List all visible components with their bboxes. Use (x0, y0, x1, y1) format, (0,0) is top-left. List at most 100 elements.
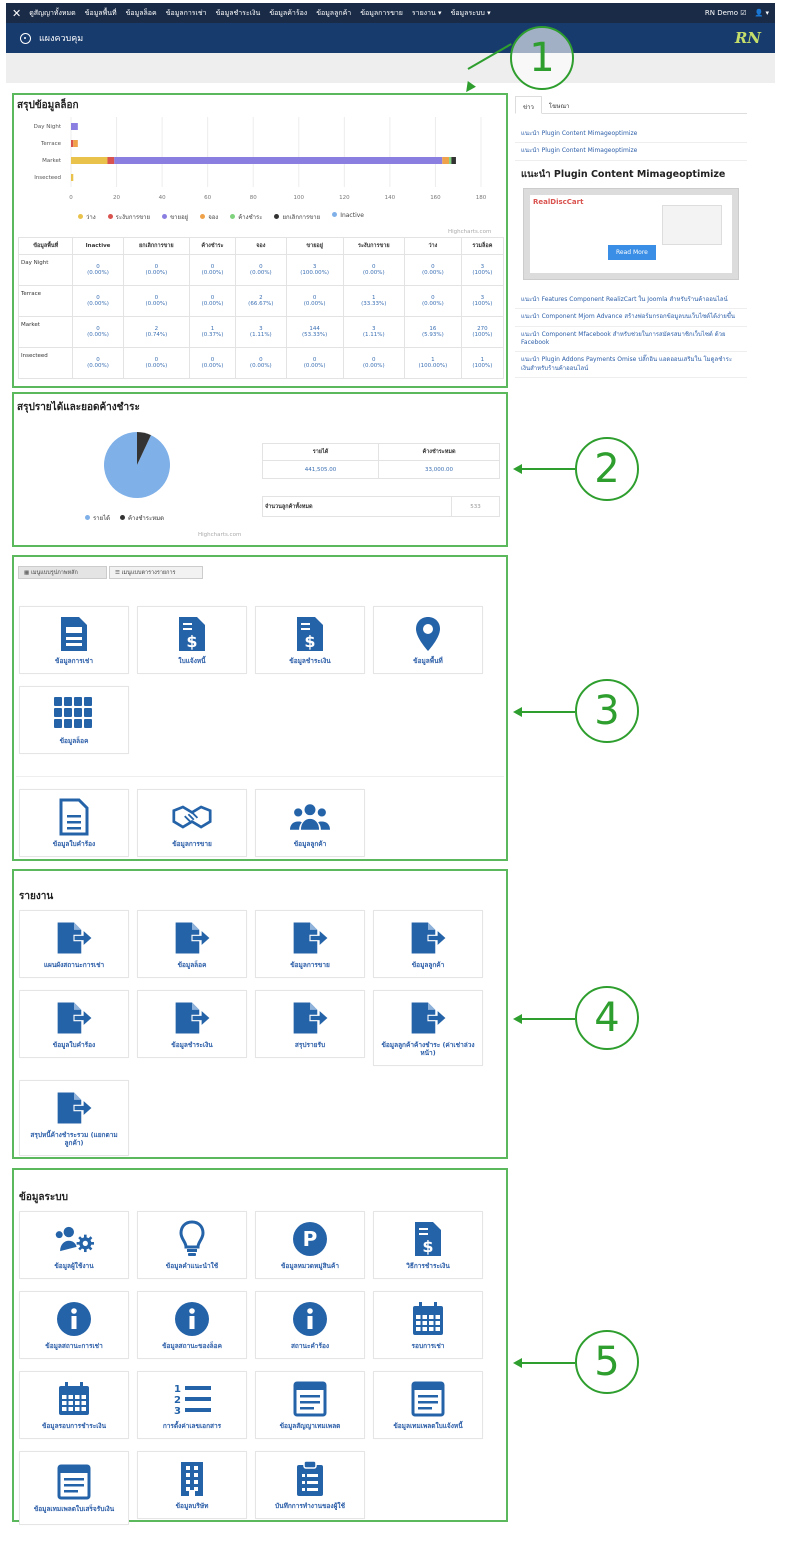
news-link[interactable]: แนะนำ Plugin Addons Payments Omise ปลั๊ก… (515, 352, 747, 379)
chart-credit[interactable]: Highcharts.com (448, 229, 491, 235)
bar-segment[interactable] (71, 123, 78, 130)
menu-tile[interactable]: 1 2 3 การตั้งค่าเลขเอกสาร (137, 1371, 247, 1439)
menu-tile[interactable]: ข้อมูลการขาย (255, 910, 365, 978)
promo-image[interactable]: RealDiscCart Read More (523, 187, 739, 280)
x-tick-label: 160 (430, 195, 441, 201)
nav-item-request[interactable]: ข้อมูลค้าร้อง (269, 8, 307, 19)
news-sidebar: ข่าว โฆษณา แนะนำ Plugin Content Mimageop… (515, 96, 747, 379)
menu-tile-label: รอบการเช่า (411, 1342, 445, 1351)
menu-tile[interactable]: P ข้อมูลหมวดหมู่สินค้า (255, 1211, 365, 1279)
news-link[interactable]: แนะนำ Plugin Content Mimageoptimize (515, 143, 747, 161)
clipboard-icon (290, 1459, 330, 1499)
nav-item-sales[interactable]: ข้อมูลการขาย (360, 8, 403, 19)
tab-list-menu[interactable]: ☰ เมนูแบบตารางรายการ (109, 566, 203, 579)
menu-tile[interactable]: ข้อมูลพื้นที่ (373, 606, 483, 674)
menu-tile-label: ข้อมูลเทมเพลตใบแจ้งหนี้ (393, 1422, 463, 1431)
nav-item-area[interactable]: ข้อมูลพื้นที่ (85, 8, 117, 19)
legend-item[interactable]: Inactive (332, 212, 364, 222)
menu-tile[interactable]: ข้อมูลใบคำร้อง (19, 990, 129, 1058)
menu-tile[interactable]: ข้อมูลผู้ใช้งาน (19, 1211, 129, 1279)
revenue-header: รายได้ (261, 443, 380, 461)
menu-tile[interactable]: ข้อมูลการเช่า (19, 606, 129, 674)
menu-tile[interactable]: ข้อมูลเทมเพลตใบเสร็จรับเงิน (19, 1451, 129, 1525)
legend-dot (274, 214, 280, 219)
table-cell: 1 (100%) (460, 347, 505, 379)
nav-item-system[interactable]: ข้อมูลระบบ ▾ (451, 8, 491, 19)
news-headline[interactable]: แนะนำ Plugin Content Mimageoptimize (515, 161, 747, 186)
legend-item[interactable]: ว่าง (78, 212, 96, 222)
menu-tile[interactable]: สถานะคำร้อง (255, 1291, 365, 1359)
tab-news[interactable]: ข่าว (515, 96, 542, 114)
menu-tile[interactable]: ข้อมูลล็อค (137, 910, 247, 978)
menu-tile[interactable]: บันทึกการทำงานของผู้ใช้ (255, 1451, 365, 1519)
x-tick-label: 140 (385, 195, 396, 201)
tab-ads[interactable]: โฆษณา (542, 96, 577, 113)
menu-tile[interactable]: ข้อมูลสถานะของล็อค (137, 1291, 247, 1359)
bar-segment[interactable] (71, 157, 108, 164)
nav-item-rent[interactable]: ข้อมูลการเช่า (166, 8, 207, 19)
bar-segment[interactable] (451, 157, 456, 164)
menu-tile[interactable]: ข้อมูลบริษัท (137, 1451, 247, 1519)
bar-segment[interactable] (442, 157, 450, 164)
legend-dot (78, 214, 83, 219)
menu-tile[interactable]: $ วิธีการชำระเงิน (373, 1211, 483, 1279)
menu-tile[interactable]: แผนผังสถานะการเช่า (19, 910, 129, 978)
menu-tile[interactable]: ข้อมูลลูกค้าค้างชำระ (ค่าเช่าล่วงหน้า) (373, 990, 483, 1066)
menu-tile[interactable]: ข้อมูลเทมเพลตใบแจ้งหนี้ (373, 1371, 483, 1439)
file-text-icon (54, 797, 94, 837)
table-cell: 1 (100.00%) (404, 347, 462, 379)
bar-segment[interactable] (114, 157, 443, 164)
user-link[interactable]: RN Demo ☑ (705, 9, 747, 17)
menu-tile[interactable]: ข้อมูลสัญญาเทมเพลต (255, 1371, 365, 1439)
bar-segment[interactable] (107, 157, 115, 164)
menu-tile-label: สถานะคำร้อง (290, 1342, 330, 1351)
menu-tile-label: ข้อมูลใบคำร้อง (52, 1041, 96, 1050)
nav-item-lock[interactable]: ข้อมูลล็อค (126, 8, 157, 19)
pie-credit[interactable]: Highcharts.com (198, 532, 241, 538)
news-link[interactable]: แนะนำ Plugin Content Mimageoptimize (515, 126, 747, 144)
menu-tile[interactable]: ข้อมูลใบคำร้อง (19, 789, 129, 857)
bar-segment[interactable] (449, 157, 452, 164)
news-link[interactable]: แนะนำ Component Mfacebook สำหรับช่วยในกา… (515, 327, 747, 353)
menu-tile[interactable]: ข้อมูลคำแนะนำใช้ (137, 1211, 247, 1279)
news-link[interactable]: แนะนำ Component Mjom Advance สร้างฟอร์มก… (515, 309, 747, 327)
legend-item[interactable]: ยกเลิกการขาย (274, 212, 320, 222)
legend-item[interactable]: ค้างชำระ (230, 212, 262, 222)
bar-segment[interactable] (73, 140, 78, 147)
legend-item[interactable]: ขายอยู่ (162, 212, 188, 222)
table-cell: 2 (0.74%) (122, 316, 191, 348)
menu-tile-label: ใบแจ้งหนี้ (178, 657, 206, 666)
menu-tile[interactable]: ข้อมูลชำระเงิน (137, 990, 247, 1058)
promo-read-more-button[interactable]: Read More (608, 244, 656, 260)
pie-legend-outstanding[interactable]: ค้างชำระหมด (120, 513, 164, 523)
news-link[interactable]: แนะนำ Features Component RealizCart ใน J… (515, 292, 747, 310)
menu-tile[interactable]: ข้อมูลล็อค (19, 686, 129, 754)
joomla-logo-icon[interactable]: ✕ (12, 7, 21, 20)
bar-segment[interactable] (71, 174, 74, 181)
nav-item-payment[interactable]: ข้อมูลชำระเงิน (216, 8, 261, 19)
user-menu-icon[interactable]: 👤 ▾ (755, 9, 769, 17)
bar-segment[interactable] (71, 140, 74, 147)
export-file-icon (54, 918, 94, 958)
nav-item-customer[interactable]: ข้อมูลลูกค้า (316, 8, 351, 19)
table-header: ข้อมูลพื้นที่ (17, 237, 74, 255)
menu-tile[interactable]: ข้อมูลลูกค้า (373, 910, 483, 978)
menu-tile[interactable]: $ ข้อมูลชำระเงิน (255, 606, 365, 674)
tab-icon-menu[interactable]: ▦ เมนูแบบรูปภาพหลัก (18, 566, 107, 579)
nav-item-contracts[interactable]: ดูสัญญาทั้งหมด (29, 8, 75, 19)
legend-item[interactable]: จอง (200, 212, 218, 222)
nav-item-reports[interactable]: รายงาน ▾ (412, 8, 442, 19)
menu-tile[interactable]: ข้อมูลการขาย (137, 789, 247, 857)
menu-tile[interactable]: รอบการเช่า (373, 1291, 483, 1359)
menu-tile[interactable]: สรุปรายรับ (255, 990, 365, 1058)
menu-tile[interactable]: ข้อมูลรอบการชำระเงิน (19, 1371, 129, 1439)
menu-tile[interactable]: ข้อมูลลูกค้า (255, 789, 365, 857)
pie-legend-income[interactable]: รายได้ (85, 513, 110, 523)
legend-dot (230, 214, 236, 219)
menu-tile[interactable]: ข้อมูลสถานะการเช่า (19, 1291, 129, 1359)
pie-legend: รายได้ ค้างชำระหมด (85, 513, 164, 523)
table-header: จอง (234, 237, 287, 255)
menu-tile[interactable]: $ ใบแจ้งหนี้ (137, 606, 247, 674)
legend-item[interactable]: ระงับการขาย (107, 212, 150, 222)
menu-tile[interactable]: สรุปหนี้ค้างชำระรวม (แยกตามลูกค้า) (19, 1080, 129, 1156)
